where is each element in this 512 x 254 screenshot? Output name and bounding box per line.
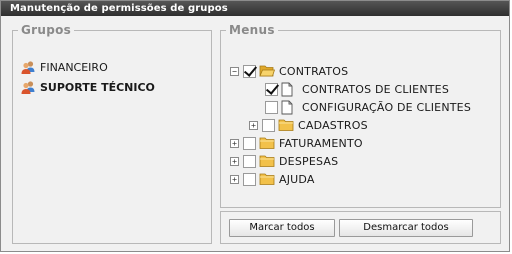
tree-node-ajuda[interactable]: + AJUDA — [230, 171, 315, 187]
menus-legend: Menus — [229, 23, 275, 37]
tree-node-contratos-de-clientes[interactable]: CONTRATOS DE CLIENTES — [252, 81, 449, 97]
menus-panel: Menus − CONTRATOS CONTRATOS DE CLIENTES — [220, 23, 501, 208]
checkbox[interactable] — [243, 172, 256, 186]
checkbox[interactable] — [243, 64, 256, 78]
folder-icon — [259, 137, 275, 149]
tree-node-label: AJUDA — [279, 172, 315, 186]
groups-panel: Grupos FINANCEIRO SUPORTE TÉCNICO — [12, 23, 212, 244]
expand-icon[interactable]: + — [230, 156, 239, 166]
checkbox[interactable] — [265, 82, 278, 96]
tree-node-label: CONTRATOS DE CLIENTES — [302, 82, 450, 96]
tree-node-label: CONTRATOS — [279, 64, 349, 78]
permissions-window: Manutenção de permissões de grupos Grupo… — [0, 0, 510, 252]
collapse-icon[interactable]: − — [230, 66, 239, 76]
document-icon — [281, 100, 293, 114]
actions-panel: Marcar todos Desmarcar todos — [220, 211, 501, 244]
group-label: FINANCEIRO — [40, 60, 108, 74]
groups-legend: Grupos — [21, 23, 72, 37]
tree-node-label: DESPESAS — [279, 154, 339, 168]
folder-open-icon — [259, 65, 275, 77]
tree-node-faturamento[interactable]: + FATURAMENTO — [230, 135, 363, 151]
tree-node-contratos[interactable]: − CONTRATOS — [230, 63, 348, 79]
checkbox[interactable] — [243, 154, 256, 168]
group-label: SUPORTE TÉCNICO — [40, 80, 155, 94]
group-item-suporte-tecnico[interactable]: SUPORTE TÉCNICO — [20, 79, 155, 95]
unmark-all-button[interactable]: Desmarcar todos — [339, 219, 473, 237]
expand-icon[interactable]: + — [249, 120, 258, 130]
group-item-financeiro[interactable]: FINANCEIRO — [20, 59, 108, 75]
document-icon — [281, 82, 293, 96]
window-title: Manutenção de permissões de grupos — [1, 1, 509, 16]
expand-icon[interactable]: + — [230, 138, 239, 148]
mark-all-button[interactable]: Marcar todos — [229, 219, 335, 237]
tree-node-configuracao-de-clientes[interactable]: CONFIGURAÇÃO DE CLIENTES — [252, 99, 471, 115]
folder-icon — [259, 155, 275, 167]
checkbox[interactable] — [243, 136, 256, 150]
users-icon — [21, 61, 35, 74]
tree-node-despesas[interactable]: + DESPESAS — [230, 153, 338, 169]
tree-node-label: CONFIGURAÇÃO DE CLIENTES — [302, 100, 472, 114]
tree-node-cadastros[interactable]: + CADASTROS — [249, 117, 368, 133]
folder-icon — [278, 119, 294, 131]
folder-icon — [259, 173, 275, 185]
tree-node-label: CADASTROS — [298, 118, 368, 132]
users-icon — [21, 81, 35, 94]
expand-icon[interactable]: + — [230, 174, 239, 184]
tree-node-label: FATURAMENTO — [279, 136, 363, 150]
checkbox[interactable] — [262, 118, 275, 132]
checkbox[interactable] — [265, 100, 278, 114]
